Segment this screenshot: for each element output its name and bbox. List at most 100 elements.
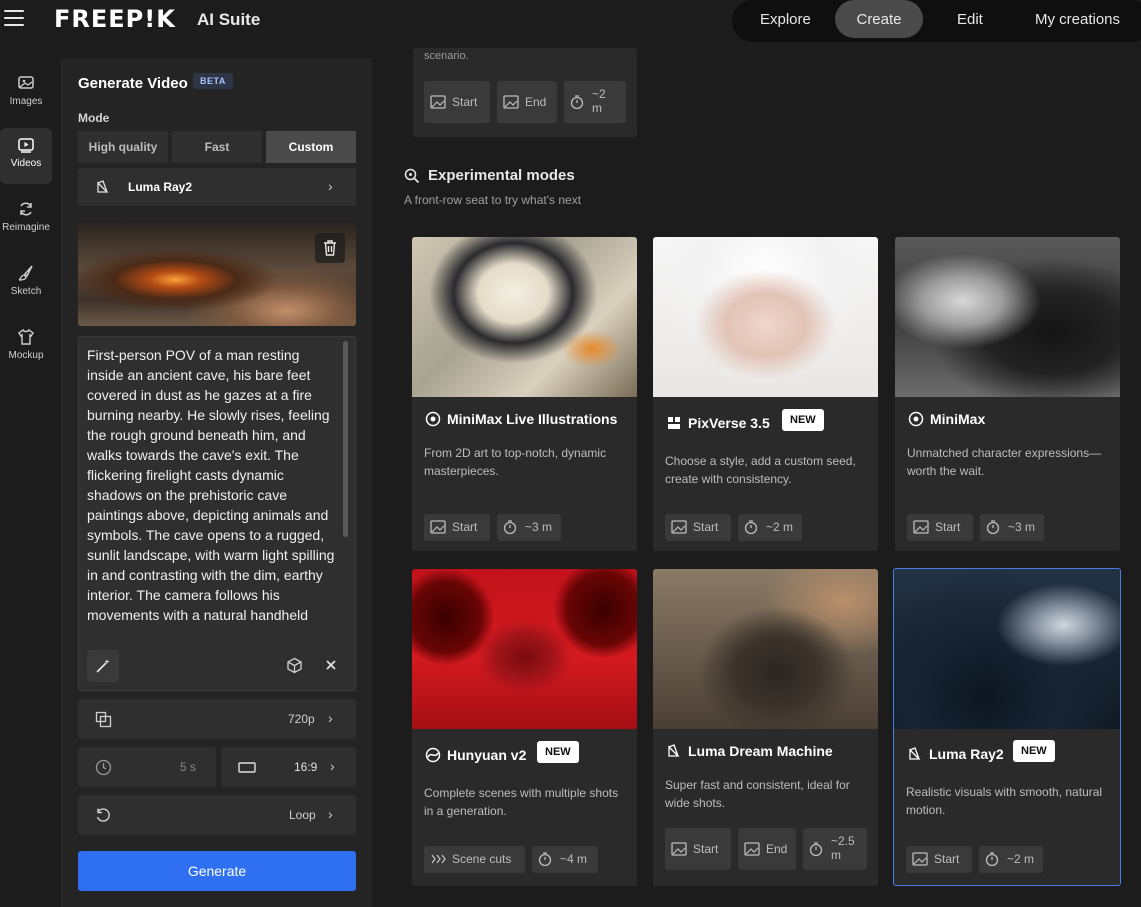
chip-label: ~2.5 m xyxy=(831,834,855,862)
model-card-luma-dream-machine[interactable]: Luma Dream Machine Super fast and consis… xyxy=(653,569,878,886)
new-badge: NEW xyxy=(537,741,579,763)
image-icon xyxy=(671,842,687,856)
timer-icon xyxy=(744,520,758,534)
aspect-ratio-icon xyxy=(238,762,256,773)
chip-time: ~4 m xyxy=(532,846,598,873)
minimax-icon xyxy=(908,411,924,427)
menu-icon[interactable] xyxy=(4,10,24,28)
duration-selector[interactable]: 5 s xyxy=(78,747,216,787)
rail-item-mockup[interactable]: Mockup xyxy=(0,320,52,376)
chip-label: Scene cuts xyxy=(452,852,512,866)
card-thumbnail xyxy=(653,569,878,729)
image-icon xyxy=(503,95,519,109)
chip-label: Start xyxy=(693,520,719,534)
resolution-selector[interactable]: 720p › xyxy=(78,699,356,739)
chip-label: Start xyxy=(934,852,960,866)
card-title: Luma Dream Machine xyxy=(688,743,833,759)
prompt-scrollbar[interactable] xyxy=(343,341,348,537)
resolution-value: 720p xyxy=(288,712,315,726)
image-icon xyxy=(671,520,687,534)
delete-image-button[interactable] xyxy=(315,233,345,263)
prompt-text[interactable]: First-person POV of a man resting inside… xyxy=(87,345,339,635)
pixverse-icon xyxy=(668,417,680,429)
chip-label: ~3 m xyxy=(525,520,553,534)
chip-label: Start xyxy=(452,520,478,534)
chip-end: End xyxy=(738,828,796,870)
card-title: MiniMax Live Illustrations xyxy=(447,411,618,427)
chip-start: Start xyxy=(424,81,490,123)
section-subtitle: A front-row seat to try what's next xyxy=(404,193,582,207)
card-description: Super fast and consistent, ideal for wid… xyxy=(665,778,850,810)
rail-item-reimagine[interactable]: Reimagine xyxy=(0,192,52,248)
resolution-icon xyxy=(95,711,112,728)
main-content: scenario. Start End ~2 m Experimental mo… xyxy=(380,48,1141,907)
left-rail: Images Videos Reimagine Sketch Mockup xyxy=(0,58,62,907)
loop-icon xyxy=(96,808,110,822)
timer-icon xyxy=(570,95,584,109)
rail-label-sketch: Sketch xyxy=(10,286,42,297)
mode-high-quality[interactable]: High quality xyxy=(78,131,168,163)
chip-start: Start xyxy=(907,514,973,541)
model-card-pixverse[interactable]: PixVerse 3.5 NEW Choose a style, add a c… xyxy=(653,237,878,551)
chip-label: ~3 m xyxy=(1008,520,1036,534)
generate-button[interactable]: Generate xyxy=(78,851,356,891)
chip-label: End xyxy=(766,842,788,856)
rail-item-images[interactable]: Images xyxy=(0,66,52,122)
cube-icon[interactable] xyxy=(286,657,303,674)
card-thumbnail xyxy=(412,569,637,729)
model-card-minimax[interactable]: MiniMax Unmatched character expressions—… xyxy=(895,237,1120,551)
magic-wand-button[interactable] xyxy=(87,650,119,682)
mode-fast[interactable]: Fast xyxy=(172,131,262,163)
prompt-field[interactable]: First-person POV of a man resting inside… xyxy=(78,336,356,691)
chip-end: End xyxy=(497,81,557,123)
luma-icon xyxy=(909,747,921,760)
chip-time: ~3 m xyxy=(497,514,561,541)
timer-icon xyxy=(809,842,823,856)
new-badge: NEW xyxy=(782,409,824,431)
card-title: Hunyuan v2 xyxy=(447,747,527,763)
chip-time: ~2 m xyxy=(564,81,626,123)
model-card-partial[interactable]: scenario. Start End ~2 m xyxy=(413,48,637,137)
nav-explore[interactable]: Explore xyxy=(760,11,811,28)
chip-time: ~3 m xyxy=(980,514,1044,541)
chevron-right-icon: › xyxy=(328,178,333,194)
card-thumbnail xyxy=(653,237,878,397)
refresh-icon xyxy=(20,202,32,216)
shirt-icon xyxy=(18,328,34,345)
chevron-right-icon: › xyxy=(328,806,333,822)
rail-item-sketch[interactable]: Sketch xyxy=(0,256,52,312)
rail-label-videos: Videos xyxy=(10,158,42,169)
chip-scene-cuts: Scene cuts xyxy=(424,846,525,873)
top-bar: FREEP!K AI Suite Explore Create Edit My … xyxy=(0,0,1141,48)
card-title: MiniMax xyxy=(930,411,986,427)
timer-icon xyxy=(986,520,1000,534)
rail-item-videos[interactable]: Videos xyxy=(0,128,52,184)
model-card-luma-ray2[interactable]: Luma Ray2 NEW Realistic visuals with smo… xyxy=(893,568,1121,886)
image-icon xyxy=(18,76,34,89)
luma-icon xyxy=(668,744,680,757)
minimax-icon xyxy=(425,411,441,427)
chip-label: ~2 m xyxy=(1007,852,1035,866)
card-description: Realistic visuals with smooth, natural m… xyxy=(906,785,1103,817)
chip-label: ~2 m xyxy=(592,87,606,115)
nav-create[interactable]: Create xyxy=(835,0,923,38)
image-icon xyxy=(430,520,446,534)
aspect-ratio-selector[interactable]: 16:9 › xyxy=(221,747,356,787)
nav-edit[interactable]: Edit xyxy=(957,11,983,28)
image-icon xyxy=(430,95,446,109)
loop-selector[interactable]: Loop › xyxy=(78,795,356,835)
chevron-right-icon: › xyxy=(330,758,335,774)
card-description: From 2D art to top-notch, dynamic master… xyxy=(424,446,607,478)
generate-video-panel: Generate Video BETA Mode High quality Fa… xyxy=(62,58,372,907)
card-thumbnail xyxy=(895,237,1120,397)
model-card-minimax-live[interactable]: MiniMax Live Illustrations From 2D art t… xyxy=(412,237,637,551)
beta-badge: BETA xyxy=(193,73,233,89)
chevron-right-icon: › xyxy=(328,710,333,726)
freepik-logo[interactable]: FREEP!K xyxy=(54,5,176,33)
nav-my-creations[interactable]: My creations xyxy=(1035,11,1120,28)
mode-custom[interactable]: Custom xyxy=(266,131,356,163)
clear-prompt-icon[interactable] xyxy=(325,659,337,671)
timer-icon xyxy=(538,852,552,866)
model-selector[interactable]: Luma Ray2 › xyxy=(78,168,356,206)
model-card-hunyuan[interactable]: Hunyuan v2 NEW Complete scenes with mult… xyxy=(412,569,637,886)
